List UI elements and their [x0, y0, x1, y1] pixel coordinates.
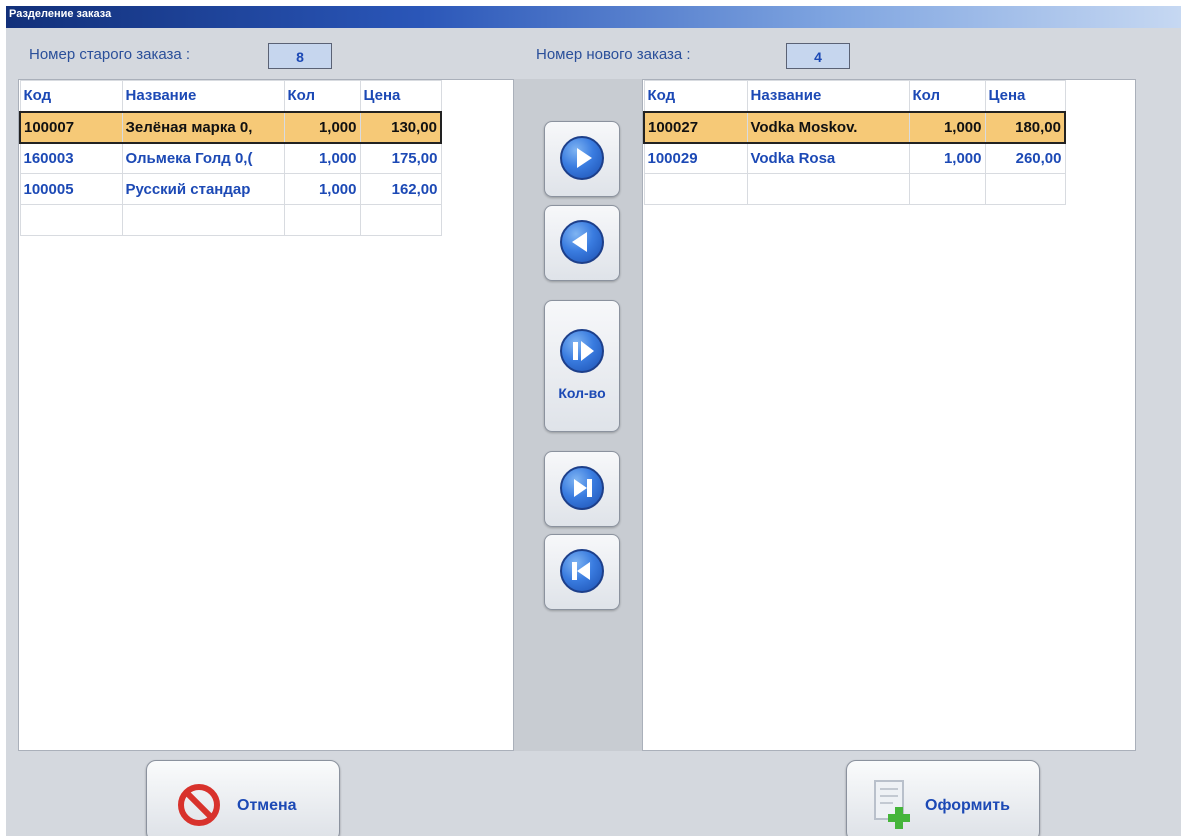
table-row[interactable]: 160003 Ольмека Голд 0,( 1,000 175,00 — [19, 142, 442, 174]
move-left-button[interactable] — [544, 205, 620, 281]
submit-button[interactable]: Оформить — [846, 760, 1040, 836]
cancel-label: Отмена — [237, 797, 297, 814]
skip-forward-icon — [560, 466, 604, 510]
table-row[interactable]: 100027 Vodka Moskov. 1,000 180,00 — [643, 110, 1066, 144]
no-entry-icon — [178, 784, 220, 826]
move-all-right-button[interactable] — [544, 451, 620, 527]
column-header-code[interactable]: Код — [19, 80, 123, 112]
cell-qty: 1,000 — [908, 142, 986, 174]
table-row-empty[interactable] — [19, 204, 442, 236]
cell-price: 180,00 — [984, 110, 1066, 144]
cancel-button[interactable]: Отмена — [146, 760, 340, 836]
window-title: Разделение заказа — [6, 6, 1181, 28]
cell-qty: 1,000 — [283, 110, 361, 144]
transfer-controls: Кол-во — [514, 79, 642, 751]
table-header-row: Код Название Кол Цена — [19, 80, 442, 112]
column-header-code[interactable]: Код — [643, 80, 748, 112]
new-order-label: Номер нового заказа : — [536, 46, 691, 63]
move-quantity-label: Кол-во — [558, 385, 606, 401]
new-order-panel: Код Название Кол Цена 100027 Vodka Mosko… — [642, 79, 1136, 751]
pause-play-icon — [560, 329, 604, 373]
play-left-icon — [560, 220, 604, 264]
cell-qty: 1,000 — [283, 142, 361, 174]
old-order-panel: Код Название Кол Цена 100007 Зелёная мар… — [18, 79, 514, 751]
column-header-qty[interactable]: Кол — [908, 80, 986, 112]
cell-qty: 1,000 — [908, 110, 986, 144]
play-right-icon — [560, 136, 604, 180]
move-all-left-button[interactable] — [544, 534, 620, 610]
table-row[interactable]: 100029 Vodka Rosa 1,000 260,00 — [643, 142, 1066, 174]
table-header-row: Код Название Кол Цена — [643, 80, 1066, 112]
old-order-table: Код Название Кол Цена 100007 Зелёная мар… — [19, 80, 442, 236]
cell-price: 175,00 — [359, 142, 442, 174]
cell-code: 100029 — [643, 142, 748, 174]
cell-price: 130,00 — [359, 110, 442, 144]
column-header-name[interactable]: Название — [746, 80, 910, 112]
cell-code: 100027 — [643, 110, 748, 144]
cell-name: Зелёная марка 0, — [121, 110, 285, 144]
table-row[interactable]: 100005 Русский стандар 1,000 162,00 — [19, 173, 442, 205]
move-quantity-button[interactable]: Кол-во — [544, 300, 620, 432]
column-header-price[interactable]: Цена — [359, 80, 442, 112]
document-add-icon — [874, 780, 910, 829]
cell-price: 162,00 — [359, 173, 442, 205]
skip-back-icon — [560, 549, 604, 593]
old-order-number: 8 — [268, 43, 332, 69]
cell-code: 160003 — [19, 142, 123, 174]
cell-name: Русский стандар — [121, 173, 285, 205]
table-row[interactable]: 100007 Зелёная марка 0, 1,000 130,00 — [19, 110, 442, 144]
move-right-button[interactable] — [544, 121, 620, 197]
column-header-price[interactable]: Цена — [984, 80, 1066, 112]
cell-name: Vodka Moskov. — [746, 110, 910, 144]
cell-code: 100007 — [19, 110, 123, 144]
new-order-number: 4 — [786, 43, 850, 69]
cell-name: Ольмека Голд 0,( — [121, 142, 285, 174]
submit-label: Оформить — [925, 797, 1010, 814]
column-header-qty[interactable]: Кол — [283, 80, 361, 112]
split-order-window: Разделение заказа Номер старого заказа :… — [6, 6, 1181, 836]
new-order-table: Код Название Кол Цена 100027 Vodka Mosko… — [643, 80, 1066, 205]
column-header-name[interactable]: Название — [121, 80, 285, 112]
old-order-label: Номер старого заказа : — [29, 46, 191, 63]
cell-qty: 1,000 — [283, 173, 361, 205]
cell-name: Vodka Rosa — [746, 142, 910, 174]
cell-price: 260,00 — [984, 142, 1066, 174]
table-row-empty[interactable] — [643, 173, 1066, 205]
cell-code: 100005 — [19, 173, 123, 205]
